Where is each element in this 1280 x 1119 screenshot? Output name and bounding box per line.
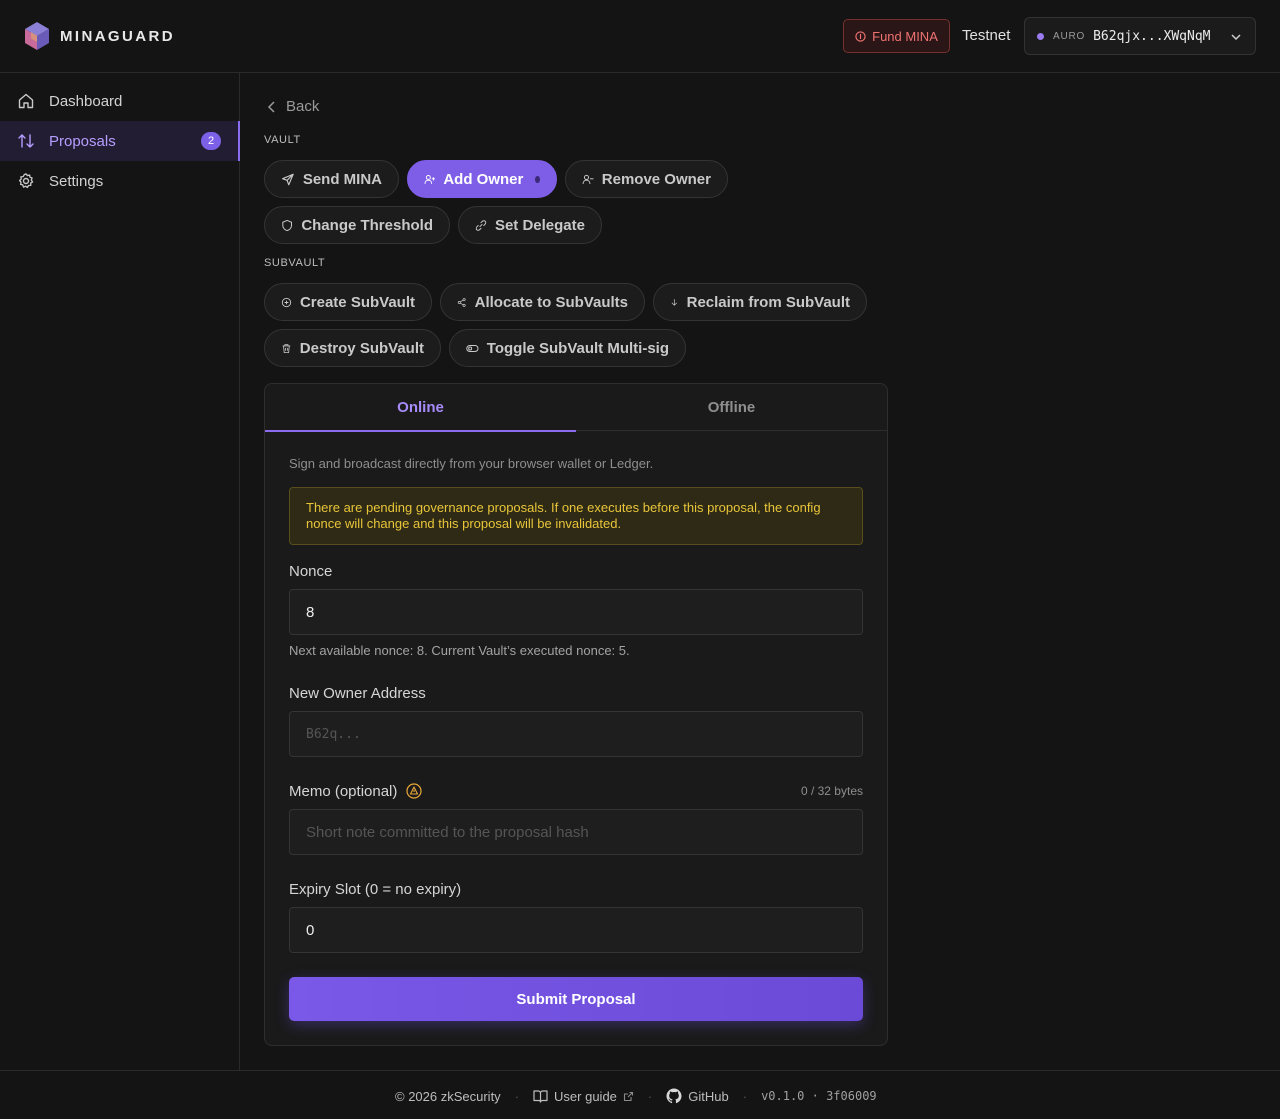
toggle-subvault-multisig-button[interactable]: Toggle SubVault Multi-sig xyxy=(449,329,686,367)
change-threshold-button[interactable]: Change Threshold xyxy=(264,206,450,244)
book-icon xyxy=(533,1090,548,1103)
new-owner-label: New Owner Address xyxy=(289,685,426,702)
copyright-text: © 2026 zkSecurity xyxy=(395,1088,501,1104)
nonce-label: Nonce xyxy=(289,563,333,580)
wallet-brand: AURO xyxy=(1053,30,1086,42)
brand-logo[interactable]: MINAGUARD xyxy=(24,21,175,51)
reclaim-subvault-label: Reclaim from SubVault xyxy=(686,293,850,311)
destroy-subvault-button[interactable]: Destroy SubVault xyxy=(264,329,441,367)
shield-icon xyxy=(282,219,293,231)
create-subvault-button[interactable]: Create SubVault xyxy=(264,283,432,321)
selected-indicator-dot xyxy=(535,175,540,183)
chevron-down-icon xyxy=(1231,34,1241,41)
add-owner-label: Add Owner xyxy=(443,170,524,188)
destroy-subvault-label: Destroy SubVault xyxy=(299,339,424,357)
plus-circle-icon xyxy=(281,297,292,307)
send-mina-label: Send MINA xyxy=(302,170,382,188)
submit-proposal-button[interactable]: Submit Proposal xyxy=(289,977,863,1021)
back-link[interactable]: Back xyxy=(266,98,319,115)
footer-separator: · xyxy=(742,1088,748,1104)
tab-offline[interactable]: Offline xyxy=(576,384,887,431)
change-threshold-label: Change Threshold xyxy=(301,216,433,234)
trash-icon xyxy=(282,343,291,353)
sidebar-item-label: Dashboard xyxy=(49,92,123,110)
cube-logo-icon xyxy=(25,22,49,50)
signing-mode-tabs: Online Offline xyxy=(265,384,887,432)
new-owner-address-input[interactable] xyxy=(289,711,863,757)
footer: © 2026 zkSecurity · User guide · GitHub … xyxy=(0,1070,1280,1119)
fund-mina-button[interactable]: Fund MINA xyxy=(843,19,950,53)
arrows-updown-icon xyxy=(18,134,34,148)
proposal-form-card: Online Offline Sign and broadcast direct… xyxy=(264,383,888,1046)
user-guide-label: User guide xyxy=(554,1088,617,1104)
github-link[interactable]: GitHub xyxy=(666,1088,729,1104)
user-plus-icon xyxy=(424,174,435,184)
github-label: GitHub xyxy=(688,1088,729,1104)
tab-online[interactable]: Online xyxy=(265,384,576,432)
user-minus-icon xyxy=(582,174,594,184)
nonce-input[interactable] xyxy=(289,589,863,635)
nonce-help: Next available nonce: 8. Current Vault’s… xyxy=(289,643,630,658)
github-icon xyxy=(666,1088,682,1104)
footer-separator: · xyxy=(647,1088,653,1104)
memo-label: Memo (optional) xyxy=(289,783,398,800)
memo-label-group: Memo (optional) xyxy=(289,783,422,800)
toggle-subvault-multisig-label: Toggle SubVault Multi-sig xyxy=(486,339,669,357)
wallet-status-dot xyxy=(1037,32,1044,40)
memo-byte-count: 0 / 32 bytes xyxy=(800,784,863,798)
sidebar-item-settings[interactable]: Settings xyxy=(0,161,239,201)
expiry-slot-input[interactable] xyxy=(289,907,863,953)
home-icon xyxy=(18,93,34,109)
reclaim-subvault-button[interactable]: Reclaim from SubVault xyxy=(653,283,867,321)
set-delegate-button[interactable]: Set Delegate xyxy=(458,206,602,244)
toggle-icon xyxy=(466,344,479,352)
allocate-subvaults-button[interactable]: Allocate to SubVaults xyxy=(440,283,645,321)
chevron-left-icon xyxy=(267,100,275,113)
external-link-icon xyxy=(623,1091,633,1101)
pending-proposals-warning: There are pending governance proposals. … xyxy=(289,487,863,545)
proposals-count-badge: 2 xyxy=(201,132,221,150)
subvault-section-label: SUBVAULT xyxy=(264,257,326,269)
sidebar-item-dashboard[interactable]: Dashboard xyxy=(0,81,239,121)
add-owner-button[interactable]: Add Owner xyxy=(407,160,557,198)
send-icon xyxy=(282,173,294,185)
share-icon xyxy=(457,297,466,307)
expiry-slot-label: Expiry Slot (0 = no expiry) xyxy=(289,881,462,898)
arrow-down-icon xyxy=(671,298,677,306)
fund-mina-label: Fund MINA xyxy=(872,28,938,44)
sidebar: Dashboard Proposals 2 Settings xyxy=(0,73,240,1070)
back-label: Back xyxy=(286,98,320,115)
send-mina-button[interactable]: Send MINA xyxy=(264,160,399,198)
footer-row: © 2026 zkSecurity · User guide · GitHub … xyxy=(395,1088,877,1104)
brand-name: MINAGUARD xyxy=(60,27,175,45)
sidebar-item-label: Settings xyxy=(49,172,104,190)
vault-section-label: VAULT xyxy=(264,134,301,146)
signing-hint: Sign and broadcast directly from your br… xyxy=(289,456,654,471)
sidebar-item-proposals[interactable]: Proposals 2 xyxy=(0,121,240,161)
network-label: Testnet xyxy=(962,27,1011,44)
app-version: v0.1.0 · 3f06009 xyxy=(761,1089,877,1103)
gear-icon xyxy=(18,173,34,189)
warning-icon[interactable] xyxy=(405,783,422,799)
remove-owner-label: Remove Owner xyxy=(601,170,711,188)
remove-owner-button[interactable]: Remove Owner xyxy=(565,160,728,198)
memo-input[interactable] xyxy=(289,809,863,855)
wallet-address: B62qjx...XWqNqM xyxy=(1093,28,1211,44)
wallet-selector[interactable]: AURO B62qjx...XWqNqM xyxy=(1024,17,1256,55)
top-header: MINAGUARD Fund MINA Testnet AURO B62qjx.… xyxy=(0,0,1280,73)
allocate-subvaults-label: Allocate to SubVaults xyxy=(474,293,628,311)
footer-separator: · xyxy=(514,1088,520,1104)
user-guide-link[interactable]: User guide xyxy=(533,1089,634,1104)
set-delegate-label: Set Delegate xyxy=(494,216,585,234)
sidebar-item-label: Proposals xyxy=(49,132,116,150)
create-subvault-label: Create SubVault xyxy=(299,293,415,311)
link-icon xyxy=(475,219,487,231)
coin-icon xyxy=(855,30,866,42)
